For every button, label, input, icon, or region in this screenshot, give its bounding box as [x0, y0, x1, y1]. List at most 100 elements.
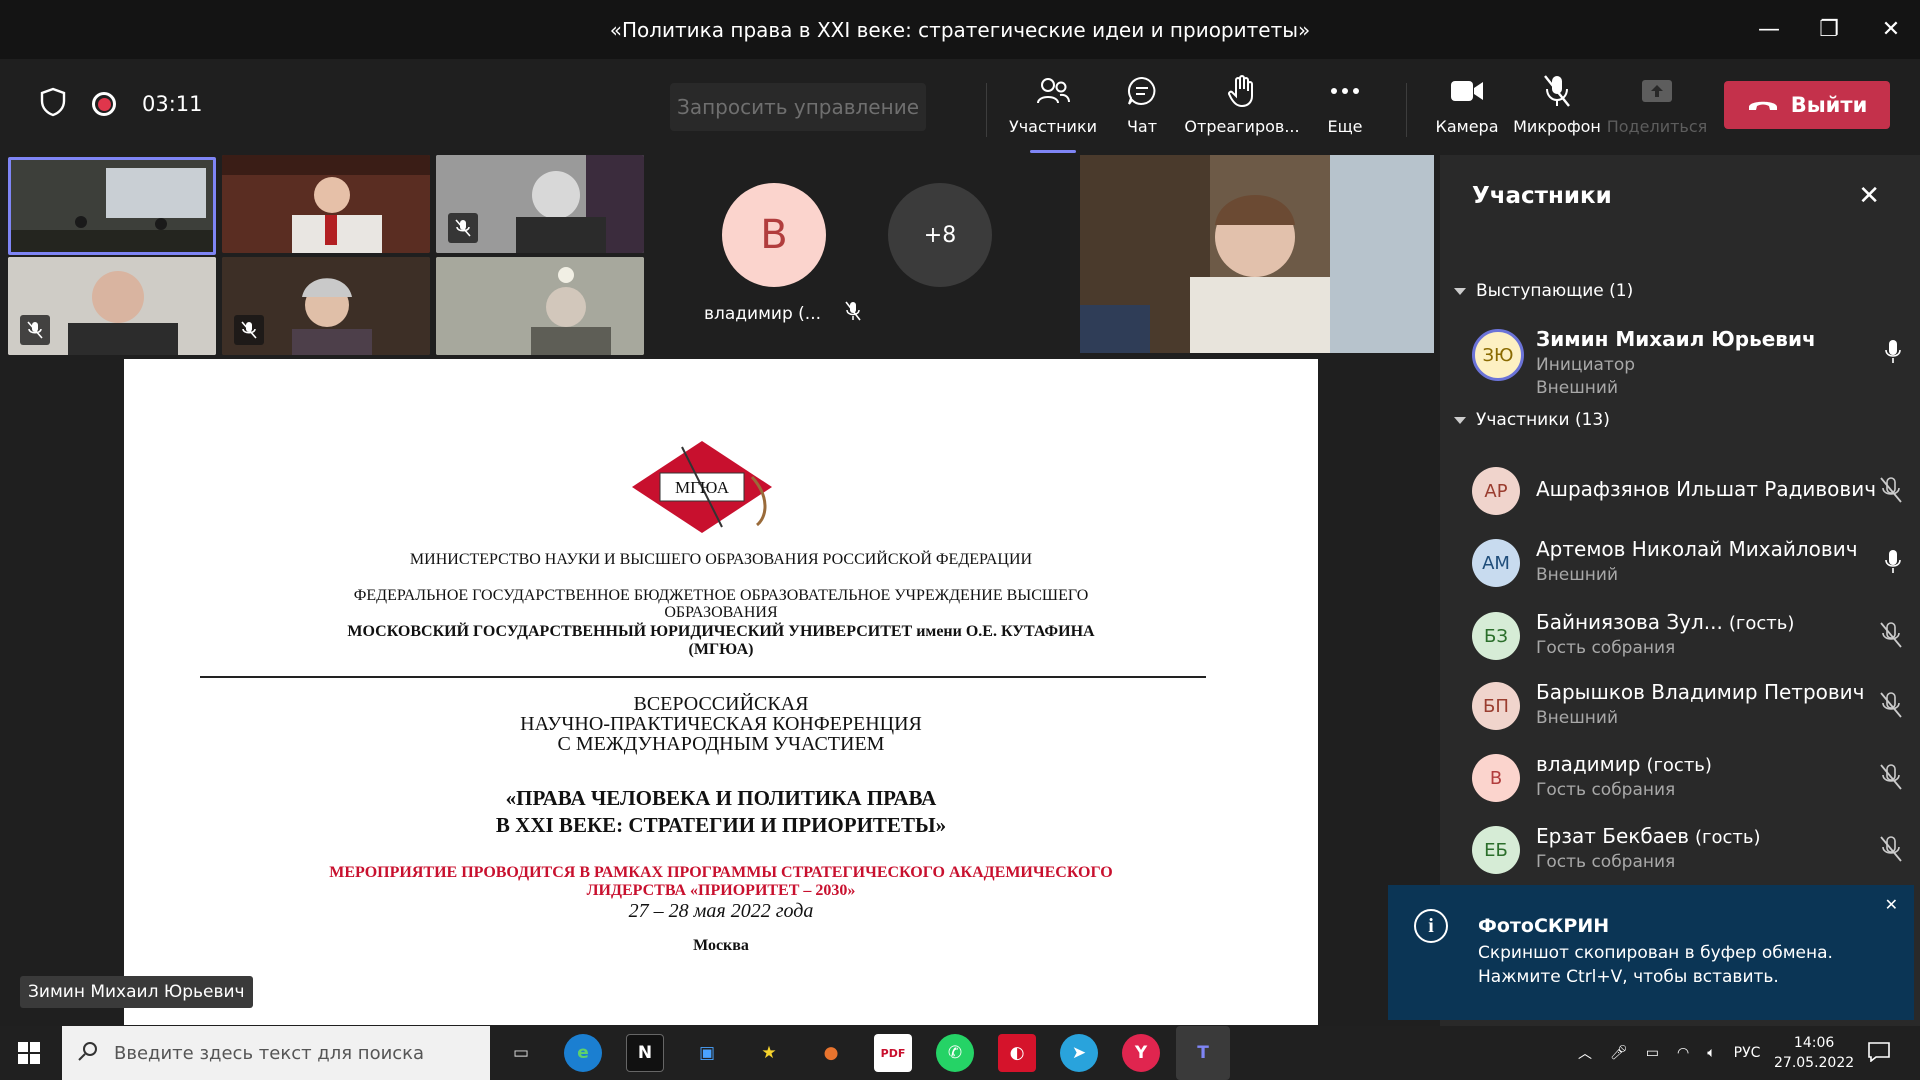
- participant-row[interactable]: ЕБ Ерзат Бекбаев (гость) Гость собрания: [1472, 822, 1902, 892]
- recording-icon: [92, 92, 116, 116]
- wifi-icon[interactable]: ◠: [1677, 1045, 1689, 1061]
- participant-sub: Гость собрания: [1536, 638, 1676, 658]
- video-tile-participant-4[interactable]: [8, 257, 216, 355]
- participant-row[interactable]: БП Барышков Владимир Петрович Внешний: [1472, 678, 1902, 748]
- hall-video-image: [11, 160, 213, 252]
- avatar: БЗ: [1472, 612, 1520, 660]
- pdf-app-icon[interactable]: PDF: [874, 1034, 912, 1072]
- guest-tag: (гость): [1728, 613, 1795, 634]
- microphone-button[interactable]: Микрофон: [1512, 73, 1602, 147]
- participant-row[interactable]: В владимир (гость) Гость собрания: [1472, 750, 1902, 820]
- react-button[interactable]: Отреагиров...: [1184, 73, 1300, 147]
- mic-icon: [1884, 549, 1902, 579]
- close-window-button[interactable]: ✕: [1862, 0, 1920, 59]
- avatar: АМ: [1472, 539, 1520, 587]
- video-tile-participant-3[interactable]: [436, 155, 644, 253]
- close-icon[interactable]: ✕: [1885, 895, 1898, 914]
- paint-app-icon[interactable]: ●: [812, 1034, 850, 1072]
- leave-button[interactable]: Выйти: [1724, 81, 1890, 129]
- yandex-browser-icon[interactable]: Y: [1122, 1034, 1160, 1072]
- chat-button[interactable]: Чат: [1097, 73, 1187, 147]
- more-button[interactable]: Еще: [1300, 73, 1390, 147]
- mic-off-icon: [448, 213, 478, 243]
- red-app-icon[interactable]: ◐: [998, 1034, 1036, 1072]
- video-tile-participant-5[interactable]: [222, 257, 430, 355]
- mic-off-icon: [1880, 477, 1902, 507]
- slide-institution-line: ОБРАЗОВАНИЯ: [664, 604, 778, 621]
- guest-tag: (гость): [1646, 755, 1712, 776]
- participant-avatar[interactable]: В: [722, 183, 826, 287]
- avatar: В: [1472, 754, 1520, 802]
- camera-button[interactable]: Камера: [1422, 73, 1512, 147]
- slide-institution-line: ФЕДЕРАЛЬНОЕ ГОСУДАРСТВЕННОЕ БЮДЖЕТНОЕ ОБ…: [353, 587, 1089, 604]
- avatar: ЕБ: [1472, 826, 1520, 874]
- avatar: ЗЮ: [1472, 329, 1524, 381]
- microphone-tray-icon[interactable]: 🎤︎: [1610, 1045, 1628, 1061]
- participant-video-image: [222, 155, 430, 253]
- battery-icon[interactable]: ▭: [1646, 1045, 1659, 1061]
- telegram-icon[interactable]: ➤: [1060, 1034, 1098, 1072]
- slide-program: ЛИДЕРСТВА «ПРИОРИТЕТ – 2030»: [586, 882, 856, 899]
- clock[interactable]: 14:06 27.05.2022: [1774, 1026, 1854, 1080]
- star-app-icon[interactable]: ★: [750, 1034, 788, 1072]
- slide-ministry: МИНИСТЕРСТВО НАУКИ И ВЫСШЕГО ОБРАЗОВАНИЯ…: [409, 551, 1033, 568]
- minimize-button[interactable]: —: [1740, 0, 1798, 59]
- meeting-toolbar: 03:11 Запросить управление Участники Чат…: [0, 59, 1920, 155]
- participant-row[interactable]: БЗ Байниязова Зул... (гость) Гость собран…: [1472, 608, 1902, 678]
- participant-row[interactable]: ЗЮ Зимин Михаил Юрьевич Инициатор Внешни…: [1472, 325, 1902, 398]
- more-participants-button[interactable]: +8: [888, 183, 992, 287]
- participant-row[interactable]: АР Ашрафзянов Ильшат Радивович: [1472, 463, 1902, 533]
- react-label: Отреагиров...: [1184, 117, 1300, 136]
- computer-icon[interactable]: ▣: [688, 1034, 726, 1072]
- chevron-up-icon[interactable]: ︿: [1578, 1043, 1592, 1063]
- request-control-button[interactable]: Запросить управление: [670, 83, 926, 131]
- toolbar-divider: [1406, 83, 1407, 137]
- slide-university: МОСКОВСКИЙ ГОСУДАРСТВЕННЫЙ ЮРИДИЧЕСКИЙ У…: [347, 623, 1095, 640]
- taskbar-search[interactable]: Введите здесь текст для поиска: [62, 1026, 490, 1080]
- attendees-section-header[interactable]: Участники (13): [1454, 410, 1610, 430]
- language-indicator[interactable]: РУС: [1734, 1045, 1761, 1061]
- mic-off-icon: [1542, 73, 1572, 109]
- task-view-icon[interactable]: ▭: [502, 1034, 540, 1072]
- notion-icon[interactable]: N: [626, 1034, 664, 1072]
- mic-off-icon: [1880, 836, 1902, 866]
- screenshot-toast[interactable]: i ФотоСКРИН Скриншот скопирован в буфер …: [1388, 885, 1914, 1020]
- more-label: Еще: [1327, 117, 1363, 136]
- slide-dates: 27 – 28 мая 2022 года: [628, 900, 814, 922]
- slide-conference: С МЕЖДУНАРОДНЫМ УЧАСТИЕМ: [557, 733, 885, 755]
- video-tile-presenter[interactable]: [1080, 155, 1434, 353]
- share-button[interactable]: Поделиться: [1607, 73, 1707, 147]
- video-tile-hall[interactable]: [8, 157, 216, 255]
- participant-video-image: [436, 257, 644, 355]
- participant-role: Инициатор: [1536, 355, 1636, 375]
- guest-tag: (гость): [1695, 827, 1761, 848]
- toast-line: Нажмите Ctrl+V, чтобы вставить.: [1478, 967, 1779, 987]
- maximize-button[interactable]: ❐: [1800, 0, 1858, 59]
- participant-row[interactable]: АМ Артемов Николай Михайлович Внешний: [1472, 535, 1902, 605]
- video-tile-participant-6[interactable]: [436, 257, 644, 355]
- shield-icon[interactable]: [40, 87, 66, 121]
- mic-off-icon: [1880, 692, 1902, 722]
- video-tile-participant-2[interactable]: [222, 155, 430, 253]
- mic-off-icon: [1880, 622, 1902, 652]
- window-title: «Политика права в XXI веке: стратегическ…: [609, 17, 1311, 42]
- windows-start-icon[interactable]: [18, 1042, 40, 1068]
- whatsapp-icon[interactable]: ✆: [936, 1034, 974, 1072]
- participant-sub: Внешний: [1536, 708, 1619, 728]
- volume-icon[interactable]: 🔈︎: [1707, 1045, 1715, 1061]
- participants-label: Участники: [1008, 117, 1098, 136]
- avatar: АР: [1472, 467, 1520, 515]
- notification-icon[interactable]: [1868, 1042, 1890, 1066]
- slide-university-abbr: (МГЮА): [688, 641, 754, 658]
- edge-icon[interactable]: e: [564, 1034, 602, 1072]
- presenters-section-header[interactable]: Выступающие (1): [1454, 281, 1633, 301]
- toolbar-divider: [986, 83, 987, 137]
- meeting-timer: 03:11: [142, 92, 203, 116]
- participant-name-text: владимир: [1536, 752, 1641, 776]
- share-icon: [1641, 73, 1673, 109]
- teams-icon[interactable]: T: [1176, 1026, 1230, 1080]
- slide-title: В XXI ВЕКЕ: СТРАТЕГИИ И ПРИОРИТЕТЫ»: [495, 813, 947, 837]
- participants-button[interactable]: Участники: [1008, 73, 1098, 153]
- close-icon[interactable]: ✕: [1858, 181, 1880, 211]
- avatar-name-label: владимир (...: [704, 301, 861, 326]
